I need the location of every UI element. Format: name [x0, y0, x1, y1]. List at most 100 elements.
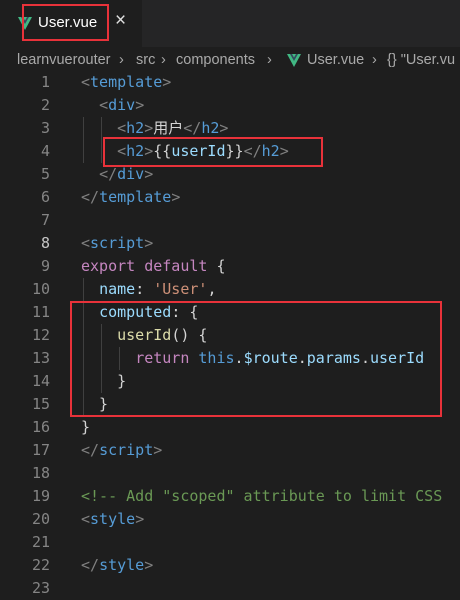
code-token: </: [81, 188, 100, 206]
tab-highlight-box: [22, 4, 109, 41]
code-token: >: [219, 119, 229, 137]
code-token: <: [81, 510, 91, 528]
code-text: </style>: [81, 554, 153, 577]
code-text: <!-- Add "scoped" attribute to limit CSS: [81, 485, 442, 508]
line-number: 15: [31, 395, 50, 413]
line-number: 11: [31, 303, 50, 321]
code-line[interactable]: 20 <style>: [0, 508, 460, 531]
code-token: div: [117, 165, 145, 183]
chevron-right-icon: ›: [119, 52, 124, 68]
breadcrumb-item[interactable]: src: [136, 52, 155, 68]
code-line[interactable]: 22 </style>: [0, 554, 460, 577]
code-token: template: [90, 73, 163, 91]
code-token: style: [90, 510, 136, 528]
line-number: 22: [31, 556, 50, 574]
code-token: <: [81, 234, 91, 252]
code-token: script: [90, 234, 145, 252]
code-text: <div>: [81, 94, 144, 117]
line-number: 12: [31, 326, 50, 344]
code-token: >: [171, 188, 181, 206]
code-token: h2: [201, 119, 220, 137]
chevron-right-icon: ›: [267, 52, 272, 68]
code-token: </: [99, 165, 118, 183]
code-text: <template>: [81, 71, 171, 94]
code-token: script: [99, 441, 154, 459]
code-line[interactable]: 17 </script>: [0, 439, 460, 462]
code-text: name: 'User',: [81, 278, 216, 301]
code-line[interactable]: 10 name: 'User',: [0, 278, 460, 301]
code-line[interactable]: 23: [0, 577, 460, 600]
code-token: >: [153, 441, 163, 459]
code-token: default: [144, 257, 208, 275]
code-token: :: [135, 280, 154, 298]
code-token: >: [144, 165, 154, 183]
chevron-right-icon: ›: [372, 52, 377, 68]
code-text: </template>: [81, 186, 180, 209]
code-token: >: [162, 73, 172, 91]
code-token: >: [144, 556, 154, 574]
line-number: 23: [31, 579, 50, 597]
line-number: 8: [40, 234, 50, 252]
code-token: style: [99, 556, 145, 574]
breadcrumb-item[interactable]: User.vue: [307, 52, 364, 68]
code-line[interactable]: 18: [0, 462, 460, 485]
vue-icon: [287, 54, 301, 67]
code-text: }: [81, 416, 90, 439]
code-line[interactable]: 2 <div>: [0, 94, 460, 117]
code-token: <: [117, 119, 127, 137]
code-token: h2: [126, 119, 145, 137]
code-token: 'User': [153, 280, 208, 298]
breadcrumb-item[interactable]: {} "User.vu: [387, 52, 455, 68]
code-token: >: [144, 234, 154, 252]
code-token: >: [135, 510, 145, 528]
line-number: 20: [31, 510, 50, 528]
code-line[interactable]: 7: [0, 209, 460, 232]
code-token: export: [81, 257, 136, 275]
code-line[interactable]: 9 export default {: [0, 255, 460, 278]
code-token: 用户: [153, 119, 184, 137]
code-text: <style>: [81, 508, 144, 531]
line-number: 2: [40, 96, 50, 114]
code-line[interactable]: 8 <script>: [0, 232, 460, 255]
line-number: 6: [40, 188, 50, 206]
code-token: <: [81, 73, 91, 91]
line-number: 10: [31, 280, 50, 298]
line-number: 3: [40, 119, 50, 137]
code-line[interactable]: 19 <!-- Add "scoped" attribute to limit C…: [0, 485, 460, 508]
code-line[interactable]: 1 <template>: [0, 71, 460, 94]
code-token: }: [81, 418, 91, 436]
code-token: </: [183, 119, 202, 137]
code-token: <!-- Add "scoped" attribute to limit CSS: [81, 487, 443, 505]
code-token: <: [99, 96, 109, 114]
code-token: >: [135, 96, 145, 114]
code-text: <script>: [81, 232, 153, 255]
code-line[interactable]: 21: [0, 531, 460, 554]
code-token: >: [144, 119, 154, 137]
code-token: template: [99, 188, 172, 206]
code-text: export default {: [81, 255, 226, 278]
line-number: 19: [31, 487, 50, 505]
line-number: 5: [40, 165, 50, 183]
close-icon[interactable]: ×: [115, 11, 126, 30]
line-number: 1: [40, 73, 50, 91]
breadcrumb-item[interactable]: components: [176, 52, 255, 68]
highlight-box: [103, 137, 323, 167]
line-number: 13: [31, 349, 50, 367]
code-token: {: [207, 257, 226, 275]
code-token: div: [108, 96, 136, 114]
code-token: </: [81, 556, 100, 574]
code-line[interactable]: 6 </template>: [0, 186, 460, 209]
breadcrumb-item[interactable]: learnvuerouter: [17, 52, 111, 68]
line-number: 16: [31, 418, 50, 436]
chevron-right-icon: ›: [161, 52, 166, 68]
line-number: 18: [31, 464, 50, 482]
highlight-box: [70, 301, 442, 417]
line-number: 21: [31, 533, 50, 551]
line-number: 9: [40, 257, 50, 275]
code-line[interactable]: 16}: [0, 416, 460, 439]
